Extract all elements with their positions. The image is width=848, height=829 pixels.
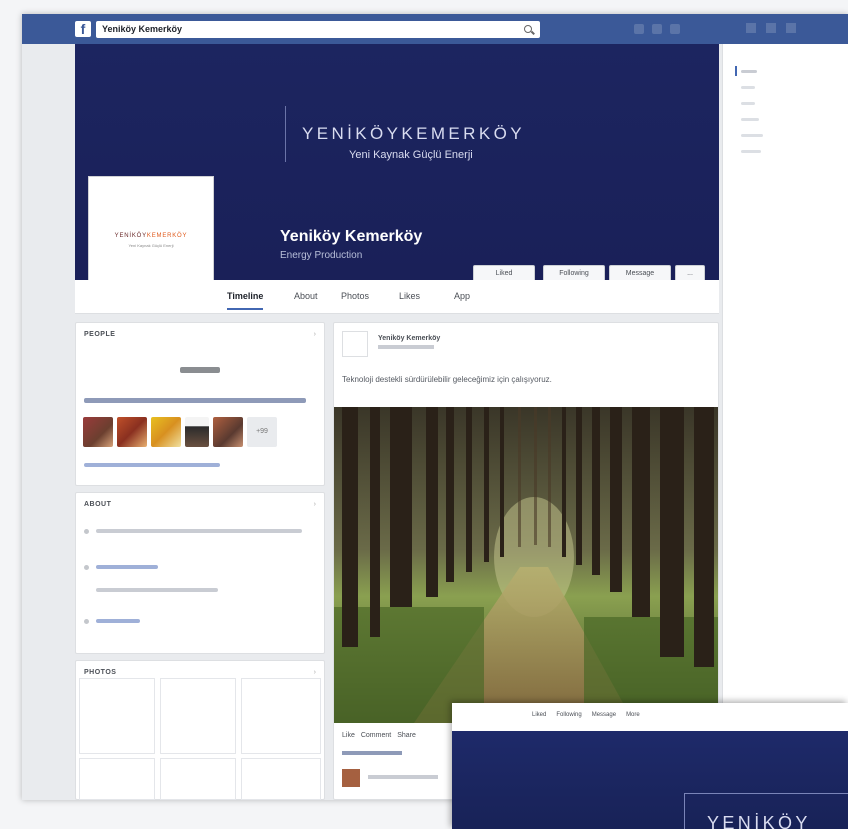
friend-avatar[interactable]	[151, 417, 181, 447]
mobile-preview: Liked Following Message More YENİKÖY	[452, 703, 848, 829]
mobile-action-tabs: Liked Following Message More	[532, 712, 640, 718]
comment-input[interactable]	[368, 775, 438, 781]
nav-icons-group	[634, 24, 686, 34]
top-nav-bar: f Yeniköy Kemerköy	[22, 14, 848, 44]
photo-thumb[interactable]	[79, 758, 155, 800]
mobile-liked-tab[interactable]: Liked	[532, 712, 546, 718]
browser-frame: f Yeniköy Kemerköy YENİKÖYKEMERKÖY Yeni …	[22, 14, 848, 800]
photo-thumb[interactable]	[241, 678, 321, 754]
post-author-name[interactable]: Yeniköy Kemerköy	[378, 335, 440, 342]
tab-timeline[interactable]: Timeline	[227, 291, 264, 310]
post-author-avatar[interactable]	[342, 331, 368, 357]
friend-avatar[interactable]	[83, 417, 113, 447]
sidebar-year-item[interactable]	[741, 150, 761, 153]
photo-thumb[interactable]	[160, 678, 236, 754]
notifications-icon[interactable]	[670, 24, 680, 34]
share-button[interactable]: Share	[397, 732, 416, 739]
post-actions: Like Comment Share	[342, 732, 416, 739]
people-card: PEOPLE ›	[75, 322, 325, 486]
likes-count-line	[180, 367, 220, 373]
sidebar-year-item[interactable]	[741, 118, 759, 121]
more-friends-badge[interactable]: +99	[247, 417, 277, 447]
post-timestamp[interactable]	[378, 345, 434, 351]
search-input[interactable]: Yeniköy Kemerköy	[96, 21, 540, 38]
photo-thumb[interactable]	[160, 758, 236, 800]
photo-thumb[interactable]	[241, 758, 321, 800]
post-likes-summary[interactable]	[342, 751, 402, 757]
sidebar-year-item[interactable]	[741, 134, 763, 137]
website-link[interactable]	[96, 565, 158, 569]
top-nav-right	[746, 23, 796, 33]
page-title[interactable]: Yeniköy Kemerköy	[280, 228, 422, 246]
friend-requests-icon[interactable]	[634, 24, 644, 34]
friend-avatar[interactable]	[185, 417, 209, 447]
menu-icon[interactable]	[786, 23, 796, 33]
cover-tagline: Yeni Kaynak Güçlü Enerji	[349, 149, 473, 161]
photo-thumb[interactable]	[79, 678, 155, 754]
profile-logo: YENİKÖYKEMERKÖY	[114, 233, 188, 239]
comment-button[interactable]: Comment	[361, 732, 391, 739]
cover-brand-title: YENİKÖYKEMERKÖY	[302, 124, 525, 143]
friend-avatar[interactable]	[117, 417, 147, 447]
tab-app[interactable]: App	[454, 291, 470, 301]
tab-likes[interactable]: Likes	[399, 291, 420, 301]
cover-divider	[285, 106, 286, 162]
messages-icon[interactable]	[652, 24, 662, 34]
sidebar-year-item[interactable]	[741, 86, 755, 89]
chevron-icon[interactable]: ›	[314, 669, 316, 676]
phone-icon	[84, 619, 89, 624]
friends-like-line	[84, 398, 306, 403]
about-card: ABOUT ›	[75, 492, 325, 654]
sidebar-year-item[interactable]	[741, 102, 755, 105]
page-category[interactable]: Energy Production	[280, 250, 362, 261]
post-forest-image[interactable]	[334, 407, 718, 723]
home-icon[interactable]	[746, 23, 756, 33]
profile-logo-tagline: Yeni Kaynak Güçlü Enerji	[128, 243, 174, 248]
address-icon	[84, 529, 89, 534]
invite-friends-link[interactable]	[84, 463, 220, 467]
chevron-icon[interactable]: ›	[314, 501, 316, 508]
website-icon	[84, 565, 89, 570]
friend-avatar[interactable]	[213, 417, 243, 447]
search-input-value: Yeniköy Kemerköy	[102, 24, 183, 34]
page-tabs: Timeline About Photos Likes App	[75, 280, 719, 314]
mobile-following-tab[interactable]: Following	[556, 712, 581, 718]
tab-about[interactable]: About	[294, 291, 318, 301]
search-icon[interactable]	[524, 25, 532, 33]
facebook-logo-icon[interactable]: f	[75, 21, 91, 37]
active-indicator	[735, 66, 737, 76]
about-card-title: ABOUT	[84, 501, 112, 508]
help-icon[interactable]	[766, 23, 776, 33]
address-line	[96, 529, 302, 533]
email-line[interactable]	[96, 588, 218, 592]
like-button[interactable]: Like	[342, 732, 355, 739]
right-sidebar	[722, 44, 848, 800]
commenter-avatar[interactable]	[342, 769, 360, 787]
mobile-message-tab[interactable]: Message	[592, 712, 616, 718]
people-card-title: PEOPLE	[84, 331, 116, 338]
post-text: Teknoloji destekli sürdürülebilir gelece…	[342, 375, 552, 384]
sidebar-year-item[interactable]	[741, 70, 757, 73]
mobile-cover-brand: YENİKÖY	[707, 813, 811, 829]
suggest-edit-link[interactable]	[96, 619, 140, 623]
mobile-more-tab[interactable]: More	[626, 712, 640, 718]
tab-photos[interactable]: Photos	[341, 291, 369, 301]
photos-card-title: PHOTOS	[84, 669, 117, 676]
chevron-icon[interactable]: ›	[314, 331, 316, 338]
